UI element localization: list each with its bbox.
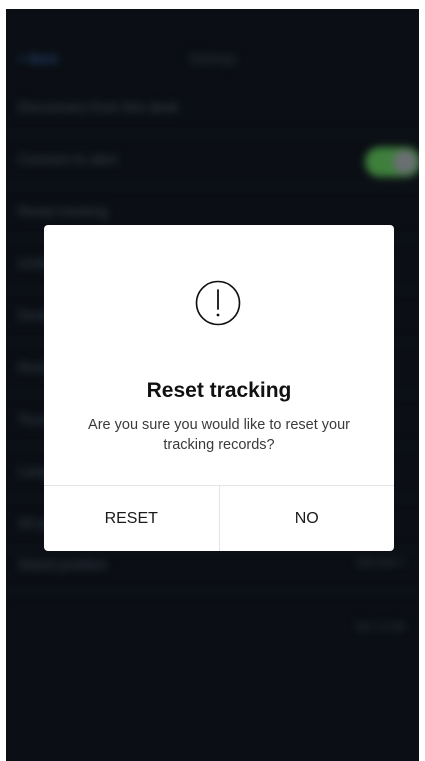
reset-tracking-dialog: Reset tracking Are you sure you would li… <box>44 225 394 551</box>
settings-row-value: 120 mm > <box>355 557 405 569</box>
settings-row-label: Disconnect from this desk <box>18 99 179 115</box>
no-button[interactable]: NO <box>218 486 395 551</box>
settings-row[interactable]: Connect to alert <box>6 134 419 187</box>
settings-row-label: Reset tracking <box>18 203 108 219</box>
alert-circle-icon <box>195 280 241 326</box>
dialog-title: Reset tracking <box>146 379 292 402</box>
version-label: Ver 1.0.00 <box>354 621 405 633</box>
nav-title: Settings <box>189 51 236 66</box>
dialog-message: Are you sure you would like to reset you… <box>88 417 350 453</box>
settings-row[interactable]: Disconnect from this desk <box>6 82 419 135</box>
settings-row-label: Stand position <box>18 556 107 572</box>
toggle-knob <box>393 150 417 174</box>
app-screen: < Back Settings Disconnect from this des… <box>6 9 419 761</box>
nav-bar: < Back Settings <box>6 39 419 79</box>
settings-row-label: Connect to alert <box>18 151 117 167</box>
reset-button[interactable]: RESET <box>44 486 219 551</box>
connect-alert-toggle[interactable] <box>365 147 419 177</box>
dialog-actions: RESET NO <box>44 485 394 551</box>
